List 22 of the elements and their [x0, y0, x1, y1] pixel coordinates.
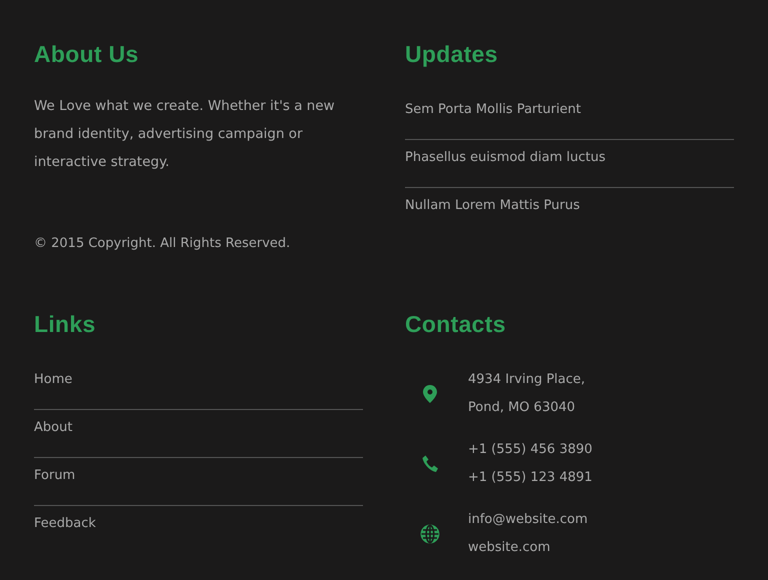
phone-icon — [422, 455, 438, 473]
contact-text: 4934 Irving Place, — [468, 371, 586, 389]
copyright-text: © 2015 Copyright. All Rights Reserved. — [34, 235, 292, 253]
contact-text: info@website.com — [468, 511, 588, 529]
section-heading: Links — [34, 310, 97, 339]
footer-link[interactable]: Home — [34, 366, 72, 394]
footer-link[interactable]: About — [34, 414, 72, 442]
contact-text: +1 (555) 456 3890 — [468, 441, 592, 459]
about-text: We Love what we create. Whether it's a new brand identity, advertising campaign or interactive strategy. — [34, 97, 336, 172]
update-link[interactable]: Phasellus euismod diam luctus — [405, 144, 606, 172]
update-link[interactable]: Sem Porta Mollis Parturient — [405, 96, 582, 124]
section-heading: Updates — [405, 40, 499, 69]
update-link[interactable]: Nullam Lorem Mattis Purus — [405, 192, 580, 220]
section-heading: Contacts — [405, 310, 507, 339]
location-pin-icon — [423, 385, 437, 403]
contact-text: +1 (555) 123 4891 — [468, 469, 592, 487]
footer-link[interactable]: Feedback — [34, 510, 96, 538]
globe-icon — [420, 524, 440, 544]
contact-text: Pond, MO 63040 — [468, 399, 576, 417]
footer-link[interactable]: Forum — [34, 462, 76, 490]
contact-text: website.com — [468, 539, 550, 557]
section-heading: About Us — [34, 40, 140, 69]
